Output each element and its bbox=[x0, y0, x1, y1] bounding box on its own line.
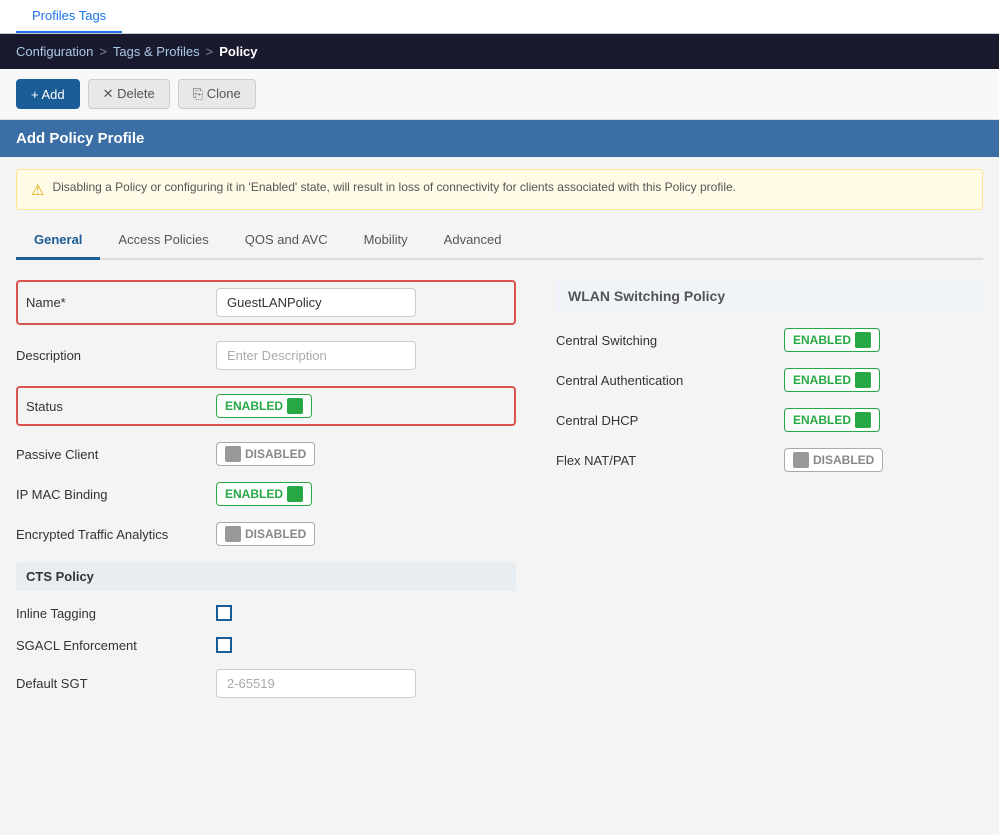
central-auth-row: Central Authentication ENABLED bbox=[556, 368, 983, 392]
breadcrumb-configuration[interactable]: Configuration bbox=[16, 44, 93, 59]
status-toggle-indicator bbox=[287, 398, 303, 414]
inline-tagging-row: Inline Tagging bbox=[16, 605, 516, 621]
central-dhcp-toggle[interactable]: ENABLED bbox=[784, 408, 880, 432]
tab-advanced[interactable]: Advanced bbox=[426, 222, 520, 260]
wlan-section-header: WLAN Switching Policy bbox=[556, 280, 983, 312]
form-left: Name* Description Status ENABLED Passive… bbox=[16, 280, 516, 714]
central-switching-row: Central Switching ENABLED bbox=[556, 328, 983, 352]
ip-mac-binding-toggle-label: ENABLED bbox=[225, 487, 283, 501]
tab-access-policies[interactable]: Access Policies bbox=[100, 222, 226, 260]
warning-text: Disabling a Policy or configuring it in … bbox=[52, 180, 736, 194]
breadcrumb-sep-1: > bbox=[99, 44, 107, 59]
breadcrumb-tags-profiles[interactable]: Tags & Profiles bbox=[113, 44, 200, 59]
description-label: Description bbox=[16, 348, 216, 363]
status-toggle[interactable]: ENABLED bbox=[216, 394, 312, 418]
ip-mac-binding-row: IP MAC Binding ENABLED bbox=[16, 482, 516, 506]
sgacl-enforcement-label: SGACL Enforcement bbox=[16, 638, 216, 653]
breadcrumb-current: Policy bbox=[219, 44, 257, 59]
tab-general[interactable]: General bbox=[16, 222, 100, 260]
central-dhcp-toggle-label: ENABLED bbox=[793, 413, 851, 427]
encrypted-traffic-indicator bbox=[225, 526, 241, 542]
encrypted-traffic-toggle[interactable]: DISABLED bbox=[216, 522, 315, 546]
passive-client-toggle[interactable]: DISABLED bbox=[216, 442, 315, 466]
default-sgt-input[interactable] bbox=[216, 669, 416, 698]
status-label: Status bbox=[26, 399, 216, 414]
ip-mac-binding-toggle[interactable]: ENABLED bbox=[216, 482, 312, 506]
central-switching-indicator bbox=[855, 332, 871, 348]
description-input[interactable] bbox=[216, 341, 416, 370]
passive-client-indicator bbox=[225, 446, 241, 462]
central-auth-toggle[interactable]: ENABLED bbox=[784, 368, 880, 392]
passive-client-row: Passive Client DISABLED bbox=[16, 442, 516, 466]
name-input[interactable] bbox=[216, 288, 416, 317]
central-auth-label: Central Authentication bbox=[556, 373, 776, 388]
page-tab-profiles-tags[interactable]: Profiles Tags bbox=[16, 0, 122, 33]
central-switching-toggle-label: ENABLED bbox=[793, 333, 851, 347]
flex-nat-indicator bbox=[793, 452, 809, 468]
warning-banner: ⚠ Disabling a Policy or configuring it i… bbox=[16, 169, 983, 210]
central-auth-toggle-label: ENABLED bbox=[793, 373, 851, 387]
status-toggle-label: ENABLED bbox=[225, 399, 283, 413]
form-area: Name* Description Status ENABLED Passive… bbox=[0, 260, 999, 714]
encrypted-traffic-toggle-label: DISABLED bbox=[245, 527, 306, 541]
tab-mobility[interactable]: Mobility bbox=[346, 222, 426, 260]
central-dhcp-label: Central DHCP bbox=[556, 413, 776, 428]
description-row: Description bbox=[16, 341, 516, 370]
breadcrumb-sep-2: > bbox=[206, 44, 214, 59]
panel-header: Add Policy Profile bbox=[0, 120, 999, 157]
page-tabs-bar: Profiles Tags bbox=[0, 0, 999, 34]
toolbar: + Add ✕ Delete ⎘ Clone bbox=[0, 69, 999, 120]
add-button[interactable]: + Add bbox=[16, 79, 80, 109]
ip-mac-binding-label: IP MAC Binding bbox=[16, 487, 216, 502]
encrypted-traffic-row: Encrypted Traffic Analytics DISABLED bbox=[16, 522, 516, 546]
content-tabs: General Access Policies QOS and AVC Mobi… bbox=[16, 222, 983, 260]
flex-nat-toggle-label: DISABLED bbox=[813, 453, 874, 467]
default-sgt-row: Default SGT bbox=[16, 669, 516, 698]
ip-mac-binding-indicator bbox=[287, 486, 303, 502]
inline-tagging-label: Inline Tagging bbox=[16, 606, 216, 621]
central-switching-label: Central Switching bbox=[556, 333, 776, 348]
passive-client-toggle-label: DISABLED bbox=[245, 447, 306, 461]
name-label: Name* bbox=[26, 295, 216, 310]
central-dhcp-row: Central DHCP ENABLED bbox=[556, 408, 983, 432]
central-auth-indicator bbox=[855, 372, 871, 388]
flex-nat-label: Flex NAT/PAT bbox=[556, 453, 776, 468]
warning-icon: ⚠ bbox=[31, 181, 44, 199]
breadcrumb: Configuration > Tags & Profiles > Policy bbox=[0, 34, 999, 69]
tab-qos-avc[interactable]: QOS and AVC bbox=[227, 222, 346, 260]
flex-nat-toggle[interactable]: DISABLED bbox=[784, 448, 883, 472]
central-switching-toggle[interactable]: ENABLED bbox=[784, 328, 880, 352]
sgacl-enforcement-row: SGACL Enforcement bbox=[16, 637, 516, 653]
add-policy-panel: Add Policy Profile ⚠ Disabling a Policy … bbox=[0, 120, 999, 714]
flex-nat-row: Flex NAT/PAT DISABLED bbox=[556, 448, 983, 472]
delete-button[interactable]: ✕ Delete bbox=[88, 79, 170, 109]
form-right: WLAN Switching Policy Central Switching … bbox=[556, 280, 983, 714]
inline-tagging-checkbox[interactable] bbox=[216, 605, 232, 621]
sgacl-enforcement-checkbox[interactable] bbox=[216, 637, 232, 653]
status-row: Status ENABLED bbox=[16, 386, 516, 426]
central-dhcp-indicator bbox=[855, 412, 871, 428]
clone-button[interactable]: ⎘ Clone bbox=[178, 79, 256, 109]
cts-section-header: CTS Policy bbox=[16, 562, 516, 591]
passive-client-label: Passive Client bbox=[16, 447, 216, 462]
encrypted-traffic-label: Encrypted Traffic Analytics bbox=[16, 527, 216, 542]
default-sgt-label: Default SGT bbox=[16, 676, 216, 691]
name-row: Name* bbox=[16, 280, 516, 325]
